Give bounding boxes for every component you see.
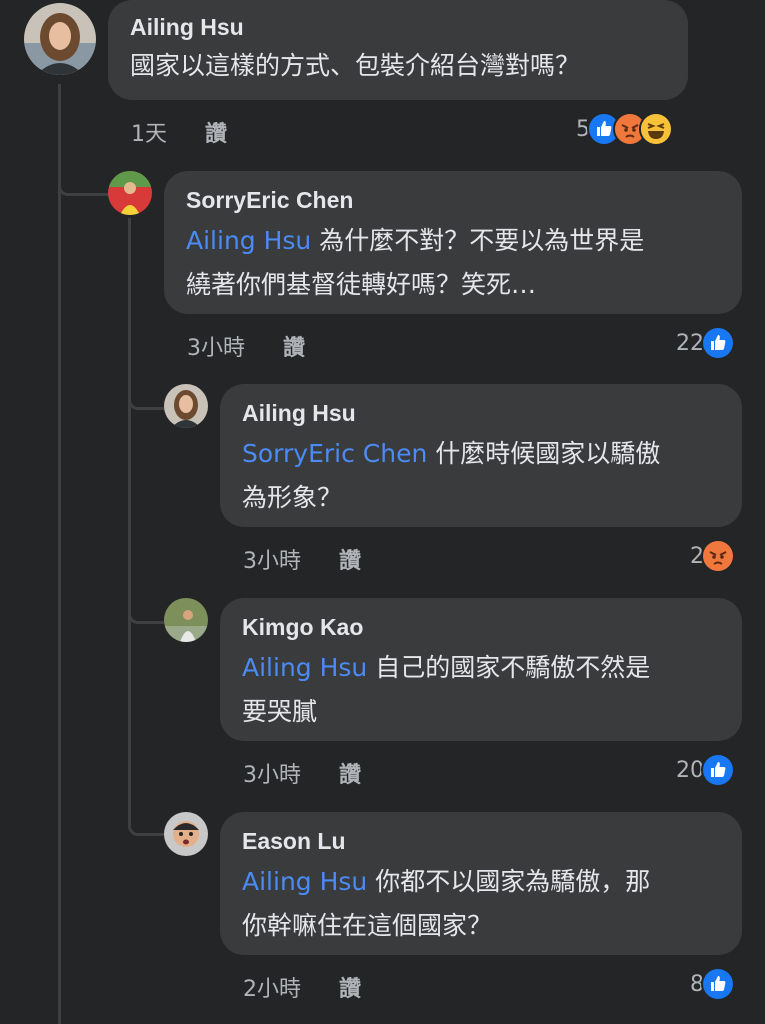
mention-link[interactable]: SorryEric Chen [242,439,427,468]
like-icon [701,753,735,787]
comment-text: SorryEric Chen 什麼時候國家以驕傲 為形象？ [242,432,720,520]
comment-text: Ailing Hsu 自己的國家不驕傲不然是 要哭膩 [242,646,720,734]
avatar[interactable] [164,812,208,856]
reaction-count: 22 [676,330,704,356]
timestamp[interactable]: 1天 [131,122,167,147]
like-button[interactable]: 讚 [205,122,227,147]
thread-line-reply [128,218,131,828]
author-name[interactable]: Eason Lu [242,826,720,856]
timestamp[interactable]: 3小時 [243,549,301,574]
comment-meta: 3小時 讚 [243,543,361,575]
author-name[interactable]: Ailing Hsu [130,12,666,42]
avatar[interactable] [164,598,208,642]
comment-bubble: Ailing Hsu SorryEric Chen 什麼時候國家以驕傲 為形象？ [220,384,742,527]
reaction-summary[interactable]: 22 [676,326,735,360]
timestamp[interactable]: 3小時 [187,336,245,361]
comment-body: 你都不以國家為驕傲，那 [367,867,651,896]
comment-body: 什麼時候國家以驕傲 [427,439,661,468]
mention-link[interactable]: Ailing Hsu [242,653,367,682]
like-icon [701,326,735,360]
comment-body: 你幹嘛住在這個國家？ [242,911,493,940]
avatar[interactable] [24,3,96,75]
author-name[interactable]: Kimgo Kao [242,612,720,642]
comment-body: 為什麼不對？不要以為世界是 [311,226,645,255]
thread-connector [128,380,165,410]
avatar[interactable] [164,384,208,428]
timestamp[interactable]: 2小時 [243,977,301,1002]
mention-link[interactable]: Ailing Hsu [186,226,311,255]
reaction-summary[interactable]: 20 [676,753,735,787]
timestamp[interactable]: 3小時 [243,763,301,788]
comment-body: 國家以這樣的方式、包裝介紹台灣對嗎？ [130,51,581,80]
comment-text: Ailing Hsu 為什麼不對？不要以為世界是 繞著你們基督徒轉好嗎？笑死… [186,219,720,307]
comment-thread: Ailing Hsu 國家以這樣的方式、包裝介紹台灣對嗎？ 1天讚 5 Sorr… [0,0,765,1024]
thread-connector [58,160,109,196]
haha-icon [639,112,673,146]
like-button[interactable]: 讚 [283,336,305,361]
reaction-summary[interactable]: 2 [690,539,735,573]
thread-line-main [58,84,61,1024]
mention-link[interactable]: Ailing Hsu [242,867,367,896]
like-button[interactable]: 讚 [339,549,361,574]
reaction-count: 20 [676,757,704,783]
author-name[interactable]: Ailing Hsu [242,398,720,428]
comment-bubble: SorryEric Chen Ailing Hsu 為什麼不對？不要以為世界是 … [164,171,742,314]
comment-bubble: Ailing Hsu 國家以這樣的方式、包裝介紹台灣對嗎？ [108,0,688,100]
comment-meta: 3小時 讚 [187,330,305,362]
thread-connector [128,806,165,836]
comment-body: 要哭膩 [242,697,318,726]
comment-meta: 1天 讚 [131,116,227,148]
reaction-summary[interactable]: 8 [690,967,735,1001]
thread-connector [128,594,165,624]
comment-body: 為形象？ [242,483,343,512]
reaction-summary[interactable]: 5 [576,112,673,146]
like-button[interactable]: 讚 [339,977,361,1002]
angry-icon [701,539,735,573]
like-button[interactable]: 讚 [339,763,361,788]
comment-bubble: Kimgo Kao Ailing Hsu 自己的國家不驕傲不然是 要哭膩 [220,598,742,741]
comment-meta: 2小時 讚 [243,971,361,1003]
comment-bubble: Eason Lu Ailing Hsu 你都不以國家為驕傲，那 你幹嘛住在這個國… [220,812,742,955]
comment-text: Ailing Hsu 你都不以國家為驕傲，那 你幹嘛住在這個國家？ [242,860,720,948]
author-name[interactable]: SorryEric Chen [186,185,720,215]
comment-body: 繞著你們基督徒轉好嗎？笑死… [186,270,537,299]
avatar[interactable] [108,171,152,215]
comment-meta: 3小時 讚 [243,757,361,789]
comment-text: 國家以這樣的方式、包裝介紹台灣對嗎？ [130,44,666,88]
like-icon [701,967,735,1001]
comment-body: 自己的國家不驕傲不然是 [367,653,651,682]
